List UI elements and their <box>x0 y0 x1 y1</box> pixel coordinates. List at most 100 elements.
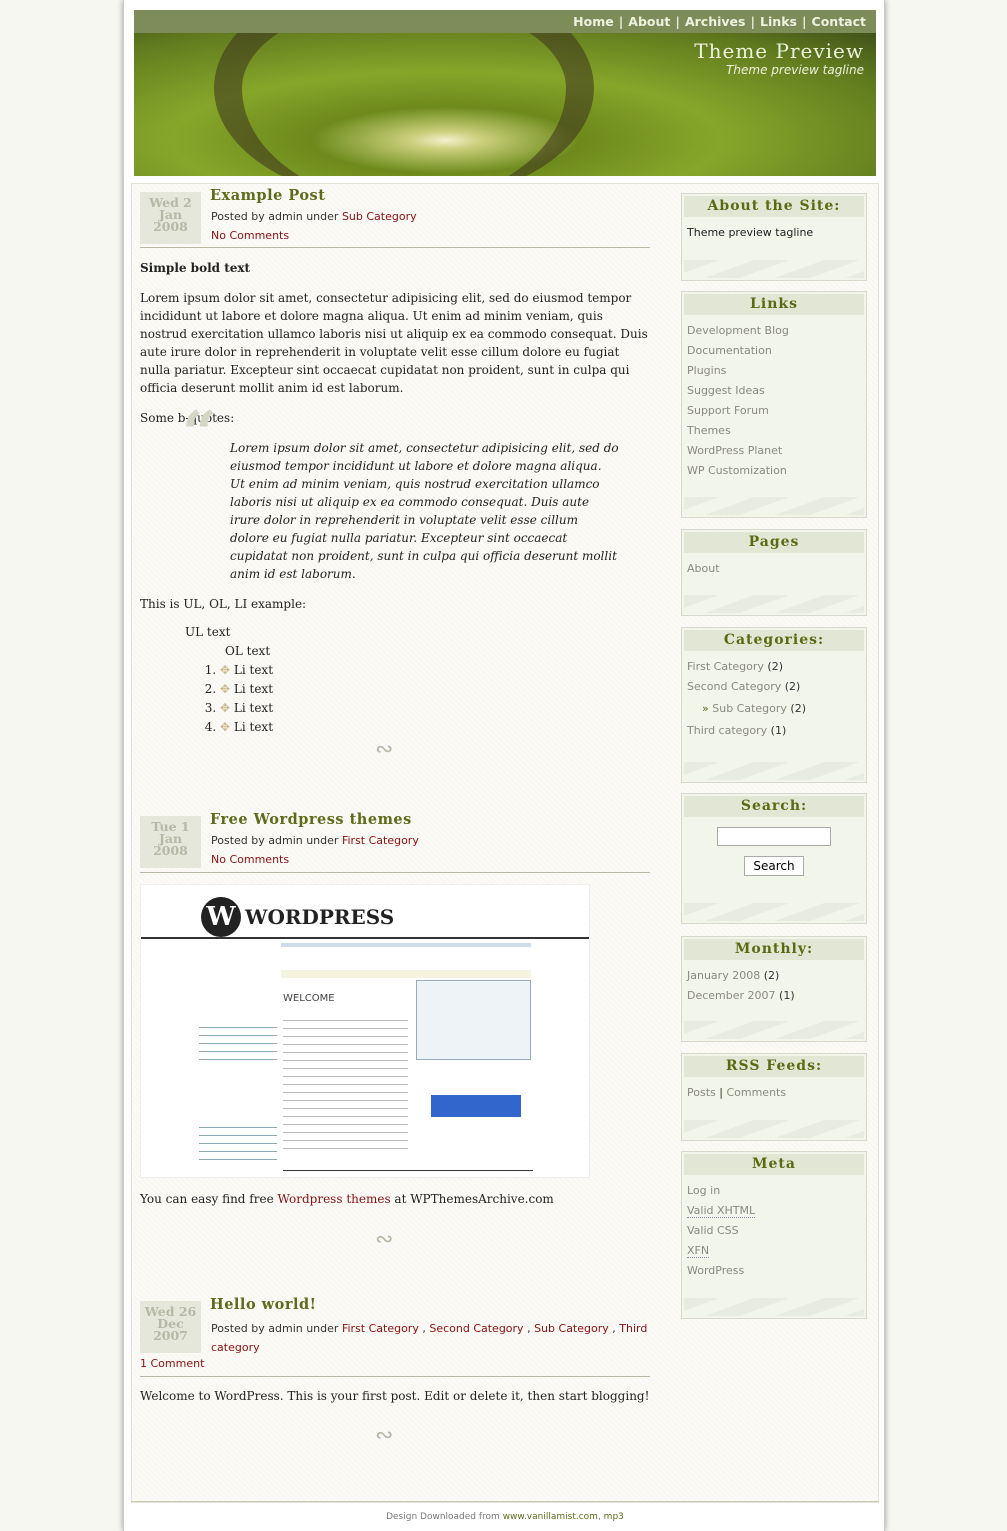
link-item[interactable]: Plugins <box>687 364 726 377</box>
nav-archives[interactable]: Archives <box>685 14 746 29</box>
link-item[interactable]: Suggest Ideas <box>687 384 765 397</box>
category-link[interactable]: Sub Category <box>342 210 417 223</box>
nav-home[interactable]: Home <box>573 14 614 29</box>
li-text: Li text <box>233 682 274 696</box>
post-date: Wed 26 Dec 2007 <box>140 1301 201 1353</box>
widget-title: RSS Feeds: <box>684 1056 864 1077</box>
archive-link[interactable]: December 2007 <box>687 989 776 1002</box>
category-link[interactable]: Sub Category <box>534 1322 609 1335</box>
category-link[interactable]: First Category <box>342 1322 419 1335</box>
posted-by: Posted by admin under <box>211 210 339 223</box>
widget-monthly: Monthly: January 2008 (2) December 2007 … <box>681 936 867 1042</box>
link-item[interactable]: WordPress Planet <box>687 444 782 457</box>
link-item[interactable]: Themes <box>687 424 731 437</box>
category-link[interactable]: First Category <box>687 660 764 673</box>
post: Wed 2 Jan 2008 Example Post Posted by admi… <box>140 187 650 762</box>
category-link[interactable]: Second Category <box>687 680 781 693</box>
ordered-list: ✥ Li text ✥ Li text ✥ Li text ✥ Li text <box>140 661 650 737</box>
rss-posts-link[interactable]: Posts <box>687 1086 716 1099</box>
link-item[interactable]: WP Customization <box>687 464 787 477</box>
quote-text: Lorem ipsum dolor sit amet, consectetur … <box>230 441 619 581</box>
posted-by: Posted by admin under <box>211 834 339 847</box>
page-link[interactable]: About <box>687 562 720 575</box>
widget-title: Meta <box>684 1154 864 1175</box>
valid-xhtml-link[interactable]: Valid XHTML <box>687 1204 756 1218</box>
xfn-link[interactable]: XFN <box>687 1244 710 1258</box>
link-item[interactable]: Documentation <box>687 344 772 357</box>
widget-title: Search: <box>684 796 864 817</box>
widget-title: About the Site: <box>684 196 864 217</box>
search-input[interactable] <box>717 827 831 846</box>
widget-rss: RSS Feeds: Posts | Comments <box>681 1053 867 1141</box>
separator: | <box>719 1086 723 1099</box>
content-area: Wed 2 Jan 2008 Example Post Posted by admi… <box>131 183 879 1503</box>
footer-link[interactable]: www.vanillamist.com <box>503 1512 598 1522</box>
category-link[interactable]: Third category <box>687 724 767 737</box>
category-link[interactable]: Second Category <box>429 1322 523 1335</box>
post-title[interactable]: Example Post <box>210 187 325 204</box>
wordpress-themes-link[interactable]: Wordpress themes <box>278 1192 391 1206</box>
page-wrapper: Home | About | Archives | Links | Contact Theme … <box>123 0 885 1531</box>
post-date: Wed 2 Jan 2008 <box>140 192 201 244</box>
body-text: at WPThemesArchive.com <box>390 1192 554 1206</box>
bullet-icon: ✥ <box>220 701 234 715</box>
widget-meta: Meta Log in Valid XHTML Valid CSS XFN Wo… <box>681 1151 867 1319</box>
wordpress-link[interactable]: WordPress <box>687 1264 744 1277</box>
comments-link[interactable]: 1 Comment <box>140 1357 204 1370</box>
post: Wed 26 Dec 2007 Hello world! Posted by adm… <box>140 1296 650 1461</box>
nav-contact[interactable]: Contact <box>812 14 866 29</box>
post-body: You can easy find free Wordpress themes … <box>140 1190 650 1208</box>
nav-links[interactable]: Links <box>760 14 797 29</box>
li-text: Li text <box>233 701 274 715</box>
ul-text: UL text <box>185 625 231 639</box>
login-link[interactable]: Log in <box>687 1184 720 1197</box>
divider <box>140 872 650 873</box>
post-title[interactable]: Free Wordpress themes <box>210 811 412 828</box>
widget-title: Links <box>684 294 864 315</box>
comments-link[interactable]: No Comments <box>211 229 289 242</box>
count: (2) <box>767 660 783 673</box>
count: (2) <box>790 702 807 715</box>
wordpress-screenshot-image: W WORDPRESS WELCOME <box>140 884 590 1178</box>
rss-comments-link[interactable]: Comments <box>726 1086 786 1099</box>
post-title[interactable]: Hello world! <box>210 1296 316 1313</box>
nav-about[interactable]: About <box>628 14 670 29</box>
link-item[interactable]: Support Forum <box>687 404 769 417</box>
date-year: 2008 <box>153 843 188 858</box>
comments-link[interactable]: No Comments <box>211 853 289 866</box>
list-item: ✥ Li text <box>220 699 650 718</box>
blockquote: “Lorem ipsum dolor sit amet, consectetur… <box>182 404 620 583</box>
search-button[interactable]: Search <box>744 856 804 876</box>
category-link[interactable]: First Category <box>342 834 419 847</box>
count: (2) <box>763 969 780 982</box>
widget-title: Monthly: <box>684 939 864 960</box>
widget-title: Pages <box>684 532 864 553</box>
valid-css-link[interactable]: Valid CSS <box>687 1224 739 1237</box>
bullet-icon: ✥ <box>220 720 234 734</box>
link-item[interactable]: Development Blog <box>687 324 789 337</box>
flourish-icon: ∾ <box>375 737 394 762</box>
bold-heading: Simple bold text <box>140 261 251 275</box>
tunnel-image <box>214 33 594 176</box>
list-item: ✥ Li text <box>220 680 650 699</box>
li-text: Li text <box>233 720 274 734</box>
post: Tue 1 Jan 2008 Free Wordpress themes Poste… <box>140 811 650 1256</box>
post-body: Simple bold text Lorem ipsum dolor sit a… <box>140 259 650 737</box>
widget-about: About the Site: Theme preview tagline <box>681 193 867 281</box>
top-nav: Home | About | Archives | Links | Contact <box>134 10 876 33</box>
archive-link[interactable]: January 2008 <box>687 969 760 982</box>
site-title[interactable]: Theme Preview <box>694 39 864 63</box>
widget-search: Search: Search <box>681 793 867 924</box>
category-link[interactable]: Sub Category <box>712 702 787 715</box>
quote-mark-icon: “ <box>182 399 217 469</box>
divider <box>140 247 650 248</box>
wordpress-wordmark: WORDPRESS <box>245 905 395 929</box>
post-meta: Posted by admin under First Category , S… <box>211 1322 648 1354</box>
widget-pages: Pages About <box>681 529 867 616</box>
widget-links: Links Development Blog Documentation Plu… <box>681 291 867 518</box>
count: (2) <box>784 680 801 693</box>
flourish-icon: ∾ <box>375 1423 394 1448</box>
flourish-icon: ∾ <box>375 1227 394 1252</box>
body-text: You can easy find free <box>140 1192 278 1206</box>
footer-link-mp3[interactable]: mp3 <box>604 1512 624 1522</box>
